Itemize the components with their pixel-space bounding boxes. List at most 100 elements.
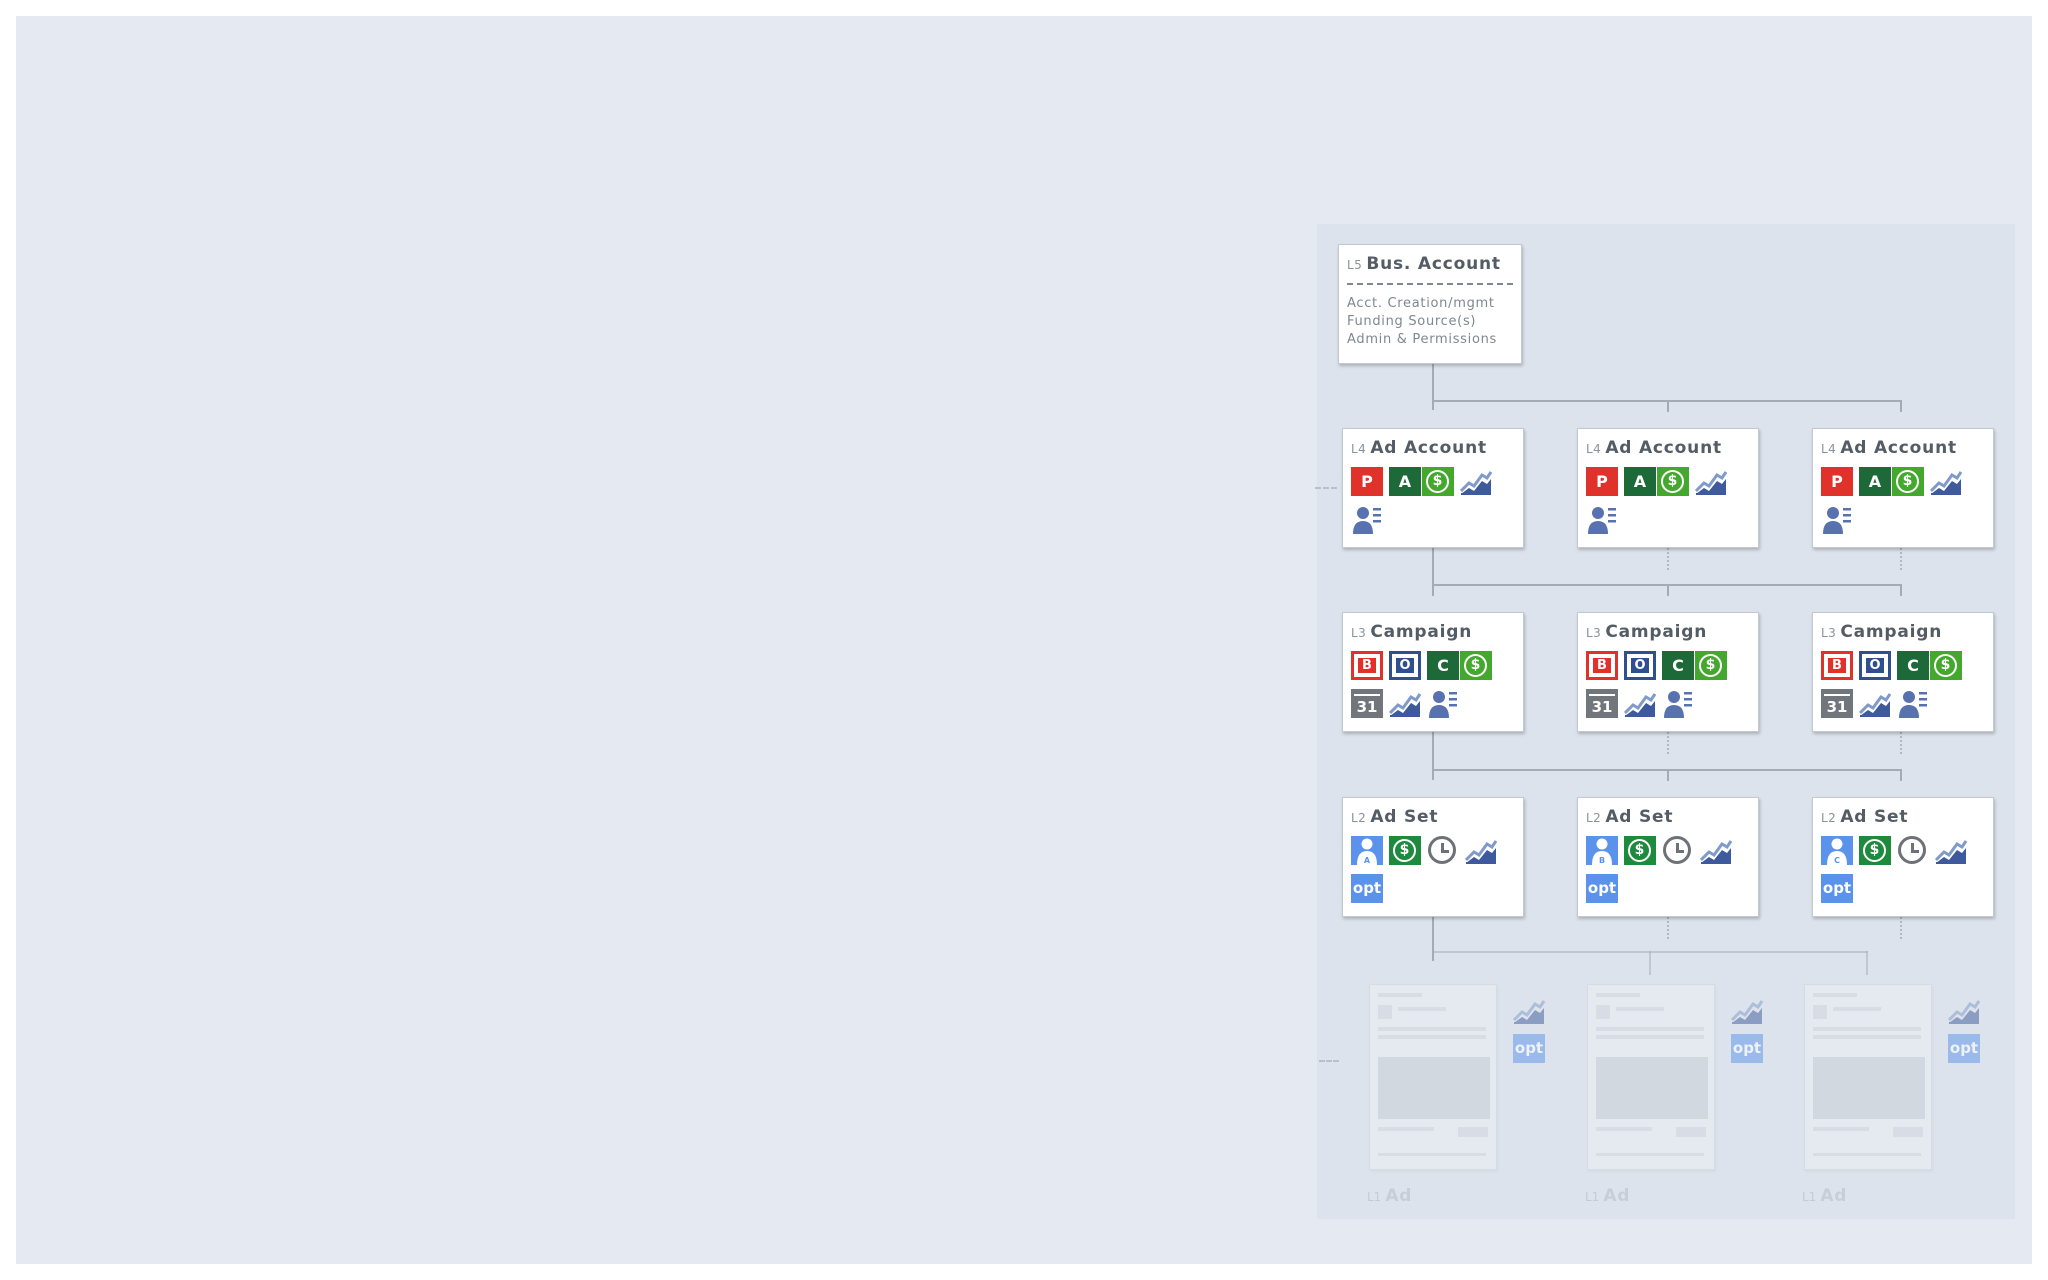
card-title: L3 Campaign (1586, 622, 1707, 642)
card-title-text: Campaign (1370, 622, 1473, 642)
ad-set-card-1[interactable]: L2 Ad Set A $ opt (1342, 797, 1524, 917)
ad-set-card-2[interactable]: L2 Ad Set B $ opt (1577, 797, 1759, 917)
badge-row: opt (1586, 874, 1618, 903)
area-chart-icon (1858, 689, 1892, 718)
dollar-icon: $ (1389, 836, 1421, 865)
dollar-icon: $ (1930, 651, 1962, 680)
badge-row: P A $ (1351, 467, 1493, 496)
dollar-symbol: $ (1934, 654, 1957, 677)
card-title: L4 Ad Account (1351, 438, 1487, 458)
level-label: L1 (1802, 1190, 1817, 1204)
badge-row: C $ (1821, 836, 1968, 865)
c-badge-icon: C (1662, 651, 1694, 680)
card-title-text: Campaign (1840, 622, 1943, 642)
page-icon: P (1586, 467, 1618, 496)
connector (1432, 362, 1434, 410)
badge-row: B $ (1586, 836, 1733, 865)
area-chart-icon (1934, 836, 1968, 865)
brand-letter: B (1358, 658, 1376, 673)
dollar-icon: $ (1657, 467, 1689, 496)
audience-letter: C (1834, 856, 1840, 865)
clock-icon (1897, 836, 1929, 865)
ad-preview (1587, 984, 1715, 1170)
ad-set-card-3[interactable]: L2 Ad Set C $ opt (1812, 797, 1994, 917)
area-chart-icon (1699, 836, 1733, 865)
objective-letter: O (1396, 658, 1414, 673)
ad-group-1[interactable]: opt L1 Ad (1367, 984, 1569, 1224)
dollar-icon: $ (1859, 836, 1891, 865)
ad-group-2[interactable]: opt L1 Ad (1585, 984, 1787, 1224)
connector (1900, 400, 1902, 412)
calendar-icon: 31 (1351, 689, 1383, 718)
detail-line: Admin & Permissions (1347, 332, 1498, 347)
level-label: L3 (1586, 626, 1602, 640)
dashed-separator (1347, 283, 1513, 285)
brand-letter: B (1828, 658, 1846, 673)
card-title: L3 Campaign (1821, 622, 1942, 642)
connector (1667, 769, 1669, 781)
card-title: L5 Bus. Account (1347, 254, 1501, 274)
badge-row (1821, 505, 1853, 534)
card-title-text: Ad Account (1840, 438, 1957, 458)
connector (1900, 769, 1902, 781)
card-title: L2 Ad Set (1351, 807, 1438, 827)
objective-icon: O (1624, 651, 1656, 680)
badge-row: P A $ (1821, 467, 1963, 496)
dollar-symbol: $ (1628, 839, 1651, 862)
area-chart-icon (1459, 467, 1493, 496)
ad-account-card-1[interactable]: L4 Ad Account P A $ (1342, 428, 1524, 548)
campaign-card-3[interactable]: L3 Campaign B O C $ 31 (1812, 612, 1994, 732)
badge-row (1351, 505, 1383, 534)
page-icon: P (1821, 467, 1853, 496)
dollar-icon: $ (1460, 651, 1492, 680)
admin-funding-group: A $ (1859, 467, 1924, 496)
badge-row: opt (1821, 874, 1853, 903)
opt-icon: opt (1948, 1034, 1980, 1063)
audience-person-icon: A (1351, 836, 1383, 865)
badge-row: 31 (1586, 689, 1694, 718)
budget-group: C $ (1427, 651, 1492, 680)
level-label: L2 (1351, 811, 1367, 825)
area-chart-icon (1929, 467, 1963, 496)
card-title: L1 Ad (1802, 1186, 1847, 1206)
c-badge-icon: C (1897, 651, 1929, 680)
connector (1866, 951, 1868, 975)
dollar-symbol: $ (1863, 839, 1886, 862)
campaign-card-1[interactable]: L3 Campaign B O C $ 31 (1342, 612, 1524, 732)
badge-row: B O C $ (1586, 651, 1727, 680)
person-list-icon (1427, 689, 1459, 718)
connector (1432, 732, 1434, 780)
card-title-text: Ad Set (1370, 807, 1439, 827)
ad-account-card-3[interactable]: L4 Ad Account P A $ (1812, 428, 1994, 548)
objective-icon: O (1389, 651, 1421, 680)
card-title: L1 Ad (1367, 1186, 1412, 1206)
bus-account-card[interactable]: L5 Bus. Account Acct. Creation/mgmt Fundi… (1338, 244, 1522, 364)
card-title: L4 Ad Account (1586, 438, 1722, 458)
dollar-icon: $ (1892, 467, 1924, 496)
ad-account-card-2[interactable]: L4 Ad Account P A $ (1577, 428, 1759, 548)
dashed-connector (1319, 1060, 1339, 1062)
card-title: L2 Ad Set (1586, 807, 1673, 827)
dollar-icon: $ (1695, 651, 1727, 680)
card-title-text: Ad (1385, 1186, 1413, 1206)
diagram-canvas: L5 Bus. Account Acct. Creation/mgmt Fundi… (16, 16, 2032, 1264)
card-title: L4 Ad Account (1821, 438, 1957, 458)
area-chart-icon (1388, 689, 1422, 718)
budget-group: C $ (1897, 651, 1962, 680)
area-chart-icon (1623, 689, 1657, 718)
campaign-card-2[interactable]: L3 Campaign B O C $ 31 (1577, 612, 1759, 732)
clock-icon (1427, 836, 1459, 865)
detail-line: Acct. Creation/mgmt (1347, 296, 1495, 311)
area-chart-icon (1947, 996, 1981, 1025)
level-label: L4 (1351, 442, 1367, 456)
opt-icon: opt (1731, 1034, 1763, 1063)
c-badge-icon: C (1427, 651, 1459, 680)
area-chart-icon (1730, 996, 1764, 1025)
audience-person-icon: B (1586, 836, 1618, 865)
ad-group-3[interactable]: opt L1 Ad (1802, 984, 2004, 1224)
level-label: L4 (1586, 442, 1602, 456)
calendar-icon: 31 (1821, 689, 1853, 718)
brand-letter: B (1593, 658, 1611, 673)
card-title: L2 Ad Set (1821, 807, 1908, 827)
page-icon: P (1351, 467, 1383, 496)
